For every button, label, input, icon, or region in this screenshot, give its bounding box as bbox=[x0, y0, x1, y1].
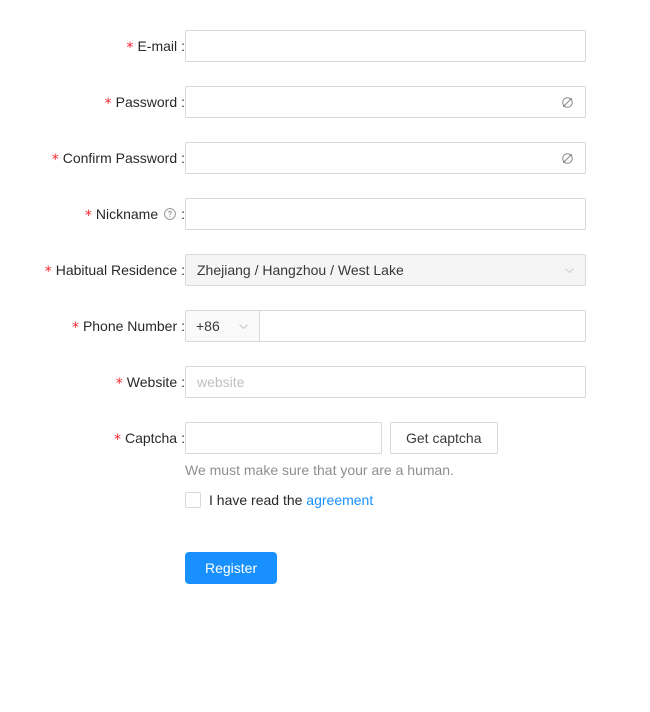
control-phone-number: +86 bbox=[185, 310, 586, 342]
control-habitual-residence: Zhejiang / Hangzhou / West Lake bbox=[185, 254, 586, 286]
captcha-input[interactable] bbox=[185, 422, 382, 454]
habitual-residence-cascader[interactable]: Zhejiang / Hangzhou / West Lake bbox=[185, 254, 586, 286]
form-row-agreement: I have read the agreement bbox=[0, 490, 650, 522]
password-input-wrapper bbox=[185, 86, 586, 118]
confirm-password-input[interactable] bbox=[185, 142, 586, 174]
label-captcha-text: Captcha bbox=[124, 430, 178, 446]
control-confirm-password bbox=[185, 142, 586, 174]
required-asterisk: * bbox=[84, 208, 92, 224]
label-captcha: * Captcha : bbox=[0, 422, 185, 454]
website-input[interactable] bbox=[185, 366, 586, 398]
agreement-label-text: I have read the bbox=[209, 492, 303, 508]
control-password bbox=[185, 86, 586, 118]
form-row-nickname: * Nickname : bbox=[0, 198, 650, 230]
form-row-website: * Website : bbox=[0, 366, 650, 398]
phone-country-code-select[interactable]: +86 bbox=[185, 310, 259, 342]
required-asterisk: * bbox=[115, 376, 123, 392]
required-asterisk: * bbox=[51, 152, 59, 168]
label-password: * Password : bbox=[0, 86, 185, 118]
required-asterisk: * bbox=[44, 264, 52, 280]
form-row-confirm-password: * Confirm Password : bbox=[0, 142, 650, 174]
chevron-down-icon bbox=[238, 321, 249, 332]
nickname-input[interactable] bbox=[185, 198, 586, 230]
label-confirm-password: * Confirm Password : bbox=[0, 142, 185, 174]
control-email bbox=[185, 30, 586, 62]
agreement-line: I have read the agreement bbox=[185, 490, 586, 510]
label-nickname: * Nickname : bbox=[0, 198, 185, 230]
form-row-phone-number: * Phone Number : +86 bbox=[0, 310, 650, 342]
form-row-email: * E-mail : bbox=[0, 30, 650, 62]
habitual-residence-value: Zhejiang / Hangzhou / West Lake bbox=[197, 262, 404, 278]
form-row-habitual-residence: * Habitual Residence : Zhejiang / Hangzh… bbox=[0, 254, 650, 286]
control-agreement: I have read the agreement bbox=[185, 490, 586, 510]
eye-invisible-icon[interactable] bbox=[560, 86, 575, 118]
eye-invisible-icon[interactable] bbox=[560, 142, 575, 174]
label-phone-number-text: Phone Number bbox=[82, 318, 178, 334]
form-row-password: * Password : bbox=[0, 86, 650, 118]
password-input[interactable] bbox=[185, 86, 586, 118]
label-phone-number: * Phone Number : bbox=[0, 310, 185, 342]
control-website bbox=[185, 366, 586, 398]
phone-number-input[interactable] bbox=[259, 310, 586, 342]
question-circle-icon[interactable] bbox=[163, 207, 177, 221]
label-email-text: E-mail bbox=[137, 38, 178, 54]
control-nickname bbox=[185, 198, 586, 230]
agreement-link[interactable]: agreement bbox=[306, 492, 373, 508]
label-nickname-text: Nickname bbox=[95, 206, 159, 222]
label-habitual-residence: * Habitual Residence : bbox=[0, 254, 185, 286]
phone-country-code-value: +86 bbox=[196, 318, 220, 334]
required-asterisk: * bbox=[126, 40, 134, 56]
label-submit-empty bbox=[0, 552, 185, 584]
captcha-helper-text: We must make sure that your are a human. bbox=[185, 462, 454, 478]
agreement-checkbox[interactable] bbox=[185, 492, 201, 508]
phone-number-group: +86 bbox=[185, 310, 586, 342]
registration-form: * E-mail : * Password : * Confirm Passwo… bbox=[0, 0, 650, 584]
label-habitual-residence-text: Habitual Residence bbox=[55, 262, 178, 278]
required-asterisk: * bbox=[104, 96, 112, 112]
form-row-submit: Register bbox=[0, 552, 650, 584]
get-captcha-button[interactable]: Get captcha bbox=[390, 422, 498, 454]
label-website: * Website : bbox=[0, 366, 185, 398]
captcha-line: Get captcha bbox=[185, 422, 586, 454]
label-password-text: Password bbox=[115, 94, 178, 110]
required-asterisk: * bbox=[71, 320, 79, 336]
confirm-password-input-wrapper bbox=[185, 142, 586, 174]
label-agreement-empty bbox=[0, 490, 185, 522]
form-row-captcha: * Captcha : Get captcha We must make sur… bbox=[0, 422, 650, 480]
agreement-label[interactable]: I have read the agreement bbox=[209, 492, 373, 508]
label-email: * E-mail : bbox=[0, 30, 185, 62]
control-captcha: Get captcha We must make sure that your … bbox=[185, 422, 586, 480]
control-submit: Register bbox=[185, 552, 586, 584]
required-asterisk: * bbox=[113, 432, 121, 448]
chevron-down-icon[interactable] bbox=[564, 255, 575, 285]
label-website-text: Website bbox=[126, 374, 178, 390]
register-button[interactable]: Register bbox=[185, 552, 278, 584]
email-input[interactable] bbox=[185, 30, 586, 62]
label-confirm-password-text: Confirm Password bbox=[62, 150, 178, 166]
